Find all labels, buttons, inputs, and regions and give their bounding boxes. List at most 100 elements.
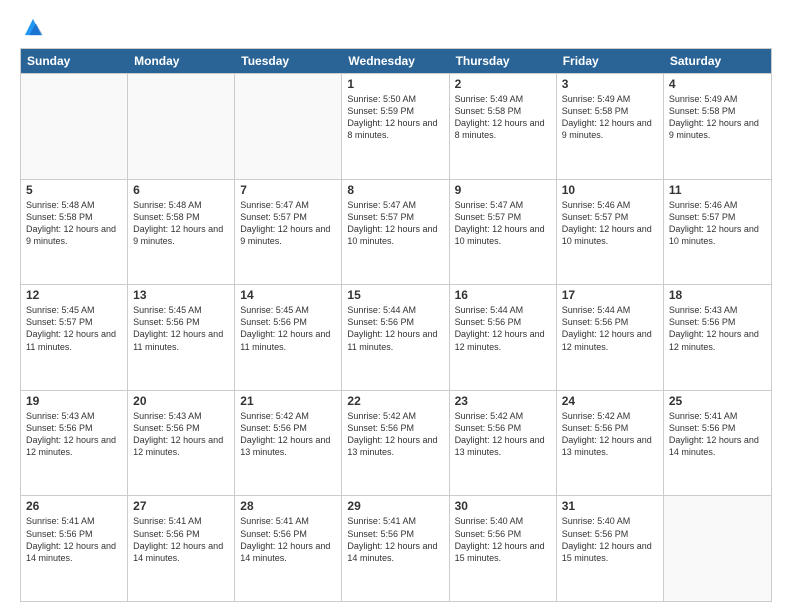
cell-details: Sunrise: 5:44 AMSunset: 5:56 PMDaylight:… [455,304,551,353]
calendar-cell: 18 Sunrise: 5:43 AMSunset: 5:56 PMDayligh… [664,285,771,390]
day-number: 16 [455,288,551,302]
calendar-cell: 28 Sunrise: 5:41 AMSunset: 5:56 PMDayligh… [235,496,342,601]
day-number: 12 [26,288,122,302]
logo [20,16,44,38]
day-number: 15 [347,288,443,302]
day-number: 7 [240,183,336,197]
cell-details: Sunrise: 5:49 AMSunset: 5:58 PMDaylight:… [455,93,551,142]
day-number: 13 [133,288,229,302]
cell-details: Sunrise: 5:43 AMSunset: 5:56 PMDaylight:… [26,410,122,459]
day-number: 18 [669,288,766,302]
cell-details: Sunrise: 5:41 AMSunset: 5:56 PMDaylight:… [347,515,443,564]
day-number: 29 [347,499,443,513]
cell-details: Sunrise: 5:46 AMSunset: 5:57 PMDaylight:… [669,199,766,248]
calendar-cell: 12 Sunrise: 5:45 AMSunset: 5:57 PMDayligh… [21,285,128,390]
calendar-cell: 13 Sunrise: 5:45 AMSunset: 5:56 PMDayligh… [128,285,235,390]
calendar-cell [664,496,771,601]
calendar-cell: 11 Sunrise: 5:46 AMSunset: 5:57 PMDayligh… [664,180,771,285]
calendar-cell: 24 Sunrise: 5:42 AMSunset: 5:56 PMDayligh… [557,391,664,496]
day-number: 25 [669,394,766,408]
cell-details: Sunrise: 5:41 AMSunset: 5:56 PMDaylight:… [26,515,122,564]
calendar-cell: 19 Sunrise: 5:43 AMSunset: 5:56 PMDayligh… [21,391,128,496]
day-number: 24 [562,394,658,408]
calendar-cell: 21 Sunrise: 5:42 AMSunset: 5:56 PMDayligh… [235,391,342,496]
calendar-cell: 1 Sunrise: 5:50 AMSunset: 5:59 PMDaylight… [342,74,449,179]
calendar-cell: 3 Sunrise: 5:49 AMSunset: 5:58 PMDaylight… [557,74,664,179]
day-number: 11 [669,183,766,197]
calendar-cell: 2 Sunrise: 5:49 AMSunset: 5:58 PMDaylight… [450,74,557,179]
calendar-row: 1 Sunrise: 5:50 AMSunset: 5:59 PMDaylight… [21,73,771,179]
calendar-cell: 15 Sunrise: 5:44 AMSunset: 5:56 PMDayligh… [342,285,449,390]
day-number: 5 [26,183,122,197]
day-number: 2 [455,77,551,91]
calendar-header-cell: Monday [128,49,235,73]
calendar-cell: 9 Sunrise: 5:47 AMSunset: 5:57 PMDaylight… [450,180,557,285]
calendar-cell: 29 Sunrise: 5:41 AMSunset: 5:56 PMDayligh… [342,496,449,601]
day-number: 28 [240,499,336,513]
calendar-row: 26Sunrise: 5:41 AMSunset: 5:56 PMDayligh… [21,495,771,601]
calendar-header-cell: Thursday [450,49,557,73]
calendar-row: 5 Sunrise: 5:48 AMSunset: 5:58 PMDaylight… [21,179,771,285]
calendar-header: SundayMondayTuesdayWednesdayThursdayFrid… [21,49,771,73]
calendar-cell: 31Sunrise: 5:40 AMSunset: 5:56 PMDayligh… [557,496,664,601]
calendar-cell: 25Sunrise: 5:41 AMSunset: 5:56 PMDayligh… [664,391,771,496]
cell-details: Sunrise: 5:44 AMSunset: 5:56 PMDaylight:… [347,304,443,353]
calendar-body: 1 Sunrise: 5:50 AMSunset: 5:59 PMDaylight… [21,73,771,601]
day-number: 27 [133,499,229,513]
calendar-cell: 8 Sunrise: 5:47 AMSunset: 5:57 PMDaylight… [342,180,449,285]
cell-details: Sunrise: 5:45 AMSunset: 5:56 PMDaylight:… [133,304,229,353]
day-number: 1 [347,77,443,91]
calendar-cell: 16 Sunrise: 5:44 AMSunset: 5:56 PMDayligh… [450,285,557,390]
day-number: 8 [347,183,443,197]
day-number: 17 [562,288,658,302]
day-number: 3 [562,77,658,91]
cell-details: Sunrise: 5:50 AMSunset: 5:59 PMDaylight:… [347,93,443,142]
cell-details: Sunrise: 5:41 AMSunset: 5:56 PMDaylight:… [240,515,336,564]
day-number: 30 [455,499,551,513]
cell-details: Sunrise: 5:49 AMSunset: 5:58 PMDaylight:… [669,93,766,142]
day-number: 14 [240,288,336,302]
cell-details: Sunrise: 5:41 AMSunset: 5:56 PMDaylight:… [133,515,229,564]
day-number: 31 [562,499,658,513]
day-number: 22 [347,394,443,408]
calendar-row: 12 Sunrise: 5:45 AMSunset: 5:57 PMDayligh… [21,284,771,390]
day-number: 10 [562,183,658,197]
calendar-header-cell: Saturday [664,49,771,73]
calendar-cell: 17 Sunrise: 5:44 AMSunset: 5:56 PMDayligh… [557,285,664,390]
cell-details: Sunrise: 5:45 AMSunset: 5:57 PMDaylight:… [26,304,122,353]
calendar-cell: 5Sunrise: 5:48 AMSunset: 5:58 PMDaylight… [21,180,128,285]
day-number: 4 [669,77,766,91]
calendar-cell: 4 Sunrise: 5:49 AMSunset: 5:58 PMDaylight… [664,74,771,179]
page: SundayMondayTuesdayWednesdayThursdayFrid… [0,0,792,612]
cell-details: Sunrise: 5:43 AMSunset: 5:56 PMDaylight:… [133,410,229,459]
calendar-header-cell: Sunday [21,49,128,73]
day-number: 20 [133,394,229,408]
calendar-cell: 23Sunrise: 5:42 AMSunset: 5:56 PMDayligh… [450,391,557,496]
calendar-cell: 30 Sunrise: 5:40 AMSunset: 5:56 PMDayligh… [450,496,557,601]
calendar-header-cell: Tuesday [235,49,342,73]
calendar-cell: 7Sunrise: 5:47 AMSunset: 5:57 PMDaylight… [235,180,342,285]
cell-details: Sunrise: 5:49 AMSunset: 5:58 PMDaylight:… [562,93,658,142]
cell-details: Sunrise: 5:42 AMSunset: 5:56 PMDaylight:… [347,410,443,459]
calendar-cell: 22 Sunrise: 5:42 AMSunset: 5:56 PMDayligh… [342,391,449,496]
cell-details: Sunrise: 5:46 AMSunset: 5:57 PMDaylight:… [562,199,658,248]
day-number: 23 [455,394,551,408]
cell-details: Sunrise: 5:47 AMSunset: 5:57 PMDaylight:… [455,199,551,248]
calendar-cell: 20 Sunrise: 5:43 AMSunset: 5:56 PMDayligh… [128,391,235,496]
cell-details: Sunrise: 5:48 AMSunset: 5:58 PMDaylight:… [133,199,229,248]
cell-details: Sunrise: 5:42 AMSunset: 5:56 PMDaylight:… [240,410,336,459]
cell-details: Sunrise: 5:47 AMSunset: 5:57 PMDaylight:… [347,199,443,248]
cell-details: Sunrise: 5:44 AMSunset: 5:56 PMDaylight:… [562,304,658,353]
cell-details: Sunrise: 5:43 AMSunset: 5:56 PMDaylight:… [669,304,766,353]
day-number: 19 [26,394,122,408]
cell-details: Sunrise: 5:42 AMSunset: 5:56 PMDaylight:… [562,410,658,459]
cell-details: Sunrise: 5:45 AMSunset: 5:56 PMDaylight:… [240,304,336,353]
calendar: SundayMondayTuesdayWednesdayThursdayFrid… [20,48,772,602]
calendar-cell: 14 Sunrise: 5:45 AMSunset: 5:56 PMDayligh… [235,285,342,390]
day-number: 21 [240,394,336,408]
cell-details: Sunrise: 5:40 AMSunset: 5:56 PMDaylight:… [455,515,551,564]
day-number: 9 [455,183,551,197]
calendar-header-cell: Friday [557,49,664,73]
calendar-row: 19 Sunrise: 5:43 AMSunset: 5:56 PMDayligh… [21,390,771,496]
day-number: 6 [133,183,229,197]
